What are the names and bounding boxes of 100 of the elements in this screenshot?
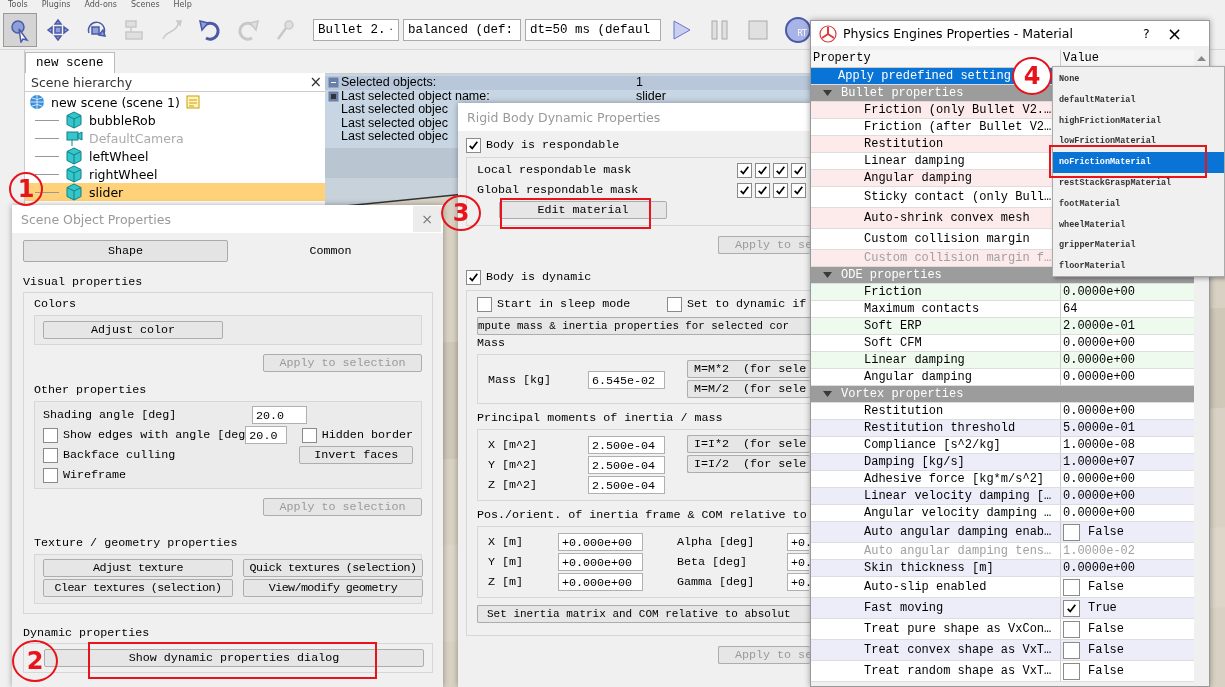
texture-button[interactable]: Clear textures (selection) xyxy=(43,579,233,597)
property-name: Auto angular damping tens… xyxy=(811,543,1061,559)
checkbox[interactable] xyxy=(737,162,752,178)
expand-icon[interactable] xyxy=(327,90,339,102)
position-field[interactable]: +0.000e+00 xyxy=(558,553,643,571)
inertia-field[interactable]: 2.500e-04 xyxy=(588,456,665,474)
close-button[interactable]: × xyxy=(309,73,322,91)
checkbox[interactable] xyxy=(773,162,788,178)
texture-button[interactable]: Quick textures (selection) xyxy=(243,559,423,577)
expand-arrow-icon[interactable] xyxy=(823,90,832,96)
invert-faces-button[interactable]: Invert faces xyxy=(299,446,413,464)
checkbox[interactable] xyxy=(791,182,806,198)
shading-angle-field[interactable]: 20.0 xyxy=(252,406,307,424)
menu-item[interactable]: Help xyxy=(173,0,192,10)
mask-label: Local respondable mask xyxy=(477,163,633,177)
field-label: Shading angle [deg] xyxy=(43,408,178,422)
set-inertia-button[interactable]: Set inertia matrix and COM relative to absolut xyxy=(477,605,810,623)
checkbox-label: Backface culling xyxy=(63,448,177,462)
dropdown[interactable]: balanced (def: xyxy=(403,18,521,41)
inertia-field[interactable]: 2.500e-04 xyxy=(588,476,665,494)
inertia-field[interactable]: 2.500e-04 xyxy=(588,436,665,454)
tree-item[interactable]: bubbleRob xyxy=(89,112,156,128)
checkbox[interactable] xyxy=(43,467,58,483)
angle-field[interactable]: +0. xyxy=(787,533,809,551)
checkbox[interactable] xyxy=(43,447,58,463)
checkbox[interactable] xyxy=(1063,620,1080,638)
property-name: Soft CFM xyxy=(811,335,1061,351)
menu-item[interactable]: Tools xyxy=(8,0,28,10)
tree-item[interactable]: rightWheel xyxy=(89,166,158,182)
mass-scale-button[interactable]: M=M/2 (for sele xyxy=(687,380,810,398)
checkbox[interactable] xyxy=(755,162,770,178)
close-button[interactable]: × xyxy=(1167,23,1183,44)
texture-button[interactable]: View/modify geometry xyxy=(243,579,423,597)
menu-item[interactable]: Scenes xyxy=(131,0,160,10)
property-value: 1.0000e-02 xyxy=(1063,542,1135,560)
scene-tab[interactable]: new scene xyxy=(25,52,115,73)
help-button[interactable]: ? xyxy=(1143,26,1167,41)
property-name: Angular velocity damping … xyxy=(811,505,1061,521)
position-field[interactable]: +0.000e+00 xyxy=(558,573,643,591)
property-value: 0.0000e+00 xyxy=(1063,559,1135,577)
checkbox[interactable] xyxy=(43,427,58,443)
compute-mass-button[interactable]: mpute mass & inertia properties for selected cor xyxy=(477,317,810,335)
checkbox[interactable] xyxy=(773,182,788,198)
checkbox[interactable] xyxy=(477,296,492,312)
collapse-icon[interactable] xyxy=(327,77,339,89)
tree-item[interactable]: leftWheel xyxy=(89,148,149,164)
dropdown[interactable]: dt=50 ms (defaul xyxy=(525,18,661,41)
property-value: 64 xyxy=(1063,300,1078,318)
property-name: Linear damping xyxy=(811,352,1061,368)
checkbox[interactable] xyxy=(466,137,481,153)
edge-angle-field[interactable]: 20.0 xyxy=(245,426,287,444)
mask-label: Global respondable mask xyxy=(477,183,640,197)
checkbox[interactable] xyxy=(1063,599,1080,617)
close-button[interactable]: × xyxy=(413,206,441,232)
mass-field[interactable]: 6.545e-02 xyxy=(588,371,665,389)
tree-item[interactable]: new scene (scene 1) xyxy=(51,94,180,110)
angle-field[interactable]: +0. xyxy=(787,573,809,591)
inertia-scale-button[interactable]: I=I*2 (for sele xyxy=(687,435,810,453)
section-title: Other properties xyxy=(34,382,148,398)
tab[interactable]: Common xyxy=(228,240,433,262)
edit-material-button[interactable]: Edit material xyxy=(499,201,667,219)
info-label: Selected objects: xyxy=(341,76,438,90)
expand-arrow-icon[interactable] xyxy=(823,391,832,397)
checkbox[interactable] xyxy=(1063,662,1080,680)
checkbox[interactable] xyxy=(737,182,752,198)
tab[interactable]: Shape xyxy=(23,240,229,262)
section-title: Colors xyxy=(34,296,78,312)
texture-button[interactable]: Adjust texture xyxy=(43,559,233,577)
checkbox[interactable] xyxy=(1063,523,1080,541)
checkbox[interactable] xyxy=(755,182,770,198)
property-value: 0.0000e+00 xyxy=(1063,470,1135,488)
checkbox[interactable] xyxy=(1063,578,1080,596)
column-header[interactable]: Value xyxy=(1061,50,1194,67)
property-name: Treat random shape as VxT… xyxy=(811,661,1061,681)
property-name: Skin thickness [m] xyxy=(811,560,1061,576)
mass-scale-button[interactable]: M=M*2 (for sele xyxy=(687,360,810,378)
expand-arrow-icon[interactable] xyxy=(823,272,832,278)
adjust-color-button[interactable]: Adjust color xyxy=(43,321,223,339)
menu-item[interactable]: Add-ons xyxy=(84,0,118,10)
tool-button[interactable] xyxy=(3,12,37,47)
checkbox[interactable] xyxy=(301,427,317,443)
dynamic-properties-button[interactable]: Show dynamic properties dialog xyxy=(44,649,424,667)
menu-item[interactable]: Plugins xyxy=(41,0,71,10)
cube-icon xyxy=(65,147,83,165)
checkbox[interactable] xyxy=(791,162,806,178)
position-field[interactable]: +0.000e+00 xyxy=(558,533,643,551)
dropdown[interactable]: Bullet 2. xyxy=(313,18,399,41)
property-value: 0.0000e+00 xyxy=(1063,368,1135,386)
property-value: 2.0000e-01 xyxy=(1063,317,1135,335)
property-value: False xyxy=(1088,524,1124,541)
check-icon xyxy=(468,271,479,283)
property-name: Auto angular damping enab… xyxy=(811,522,1061,542)
property-value: 0.0000e+00 xyxy=(1063,334,1135,352)
checkbox[interactable] xyxy=(466,269,481,285)
checkbox[interactable] xyxy=(667,296,682,312)
property-value: 0.0000e+00 xyxy=(1063,504,1135,522)
angle-field[interactable]: +0. xyxy=(787,553,809,571)
checkbox[interactable] xyxy=(1063,641,1080,659)
inertia-scale-button[interactable]: I=I/2 (for sele xyxy=(687,455,810,473)
dropdown-option[interactable]: noFrictionMaterial xyxy=(1053,152,1224,173)
